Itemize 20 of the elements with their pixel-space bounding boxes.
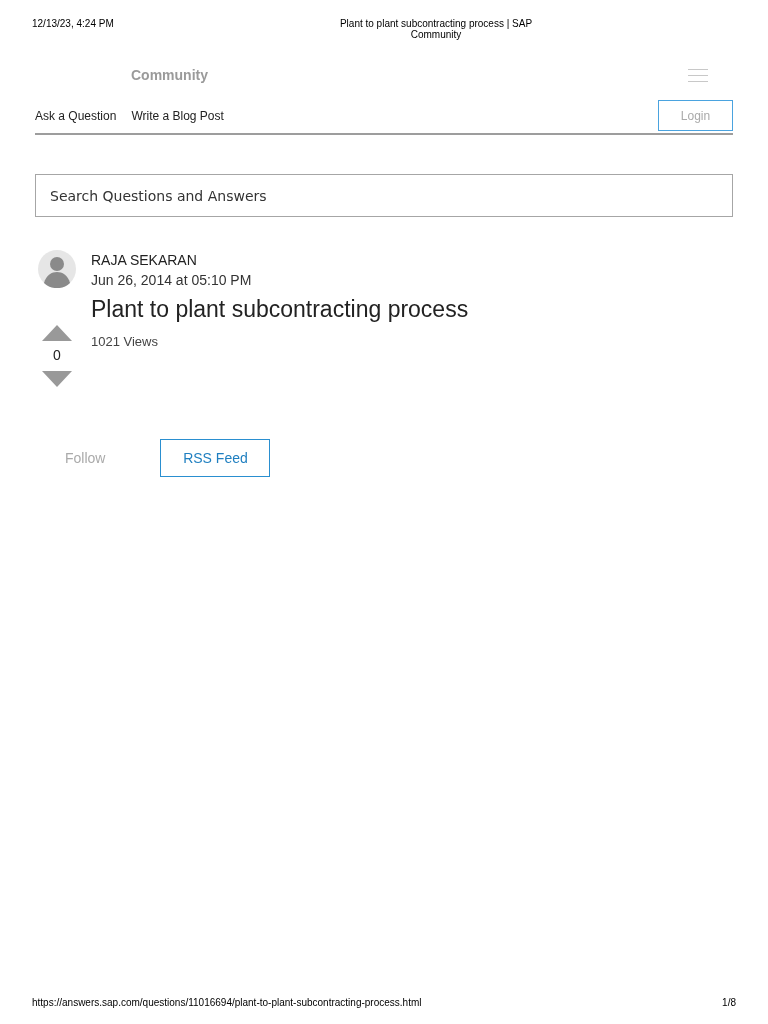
- upvote-icon[interactable]: [42, 325, 72, 341]
- follow-link[interactable]: Follow: [65, 450, 106, 466]
- login-button[interactable]: Login: [658, 100, 733, 131]
- site-name[interactable]: Community: [131, 67, 208, 83]
- rss-feed-button[interactable]: RSS Feed: [160, 439, 271, 477]
- question-title: Plant to plant subcontracting process: [91, 296, 469, 323]
- downvote-icon[interactable]: [42, 371, 72, 387]
- page-url: https://answers.sap.com/questions/11016694/plant-to-plant-subcontracting-process.html: [32, 997, 422, 1008]
- nav-link[interactable]: Write a Blog Post: [131, 108, 224, 123]
- avatar-icon: [38, 250, 76, 288]
- post-date: Jun 26, 2014 at 05:10 PM: [91, 272, 253, 288]
- menu-icon[interactable]: [688, 66, 708, 84]
- nav-link[interactable]: Ask a Question: [35, 108, 117, 123]
- view-count: 1021 Views: [91, 334, 159, 349]
- search-field[interactable]: Search Questions and Answers: [35, 174, 733, 217]
- print-page-title: Plant to plant subcontracting process | SAP Community: [338, 18, 534, 40]
- page-number: 1/8: [722, 997, 736, 1008]
- author-name[interactable]: RAJA SEKARAN: [91, 252, 469, 268]
- print-date: 12/13/23, 4:24 PM: [32, 18, 115, 31]
- vote-count: 0: [53, 347, 61, 363]
